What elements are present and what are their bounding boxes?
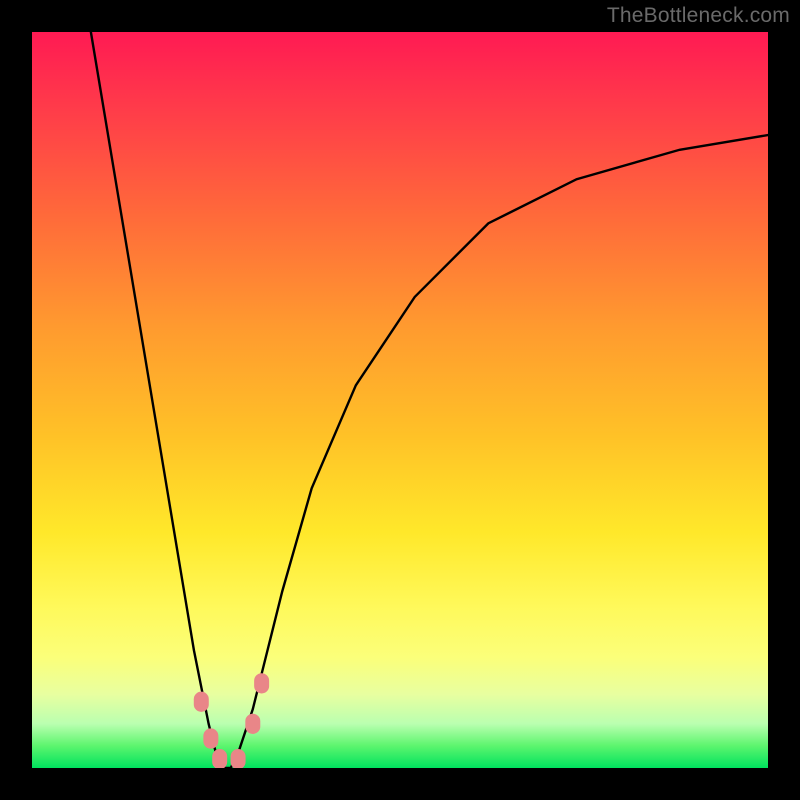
curve-layer bbox=[91, 32, 768, 768]
trough-marker-3 bbox=[212, 749, 227, 768]
chart-svg bbox=[32, 32, 768, 768]
trough-marker-4 bbox=[231, 749, 246, 768]
bottleneck-curve bbox=[91, 32, 768, 768]
trough-marker-6 bbox=[254, 673, 269, 693]
trough-marker-1 bbox=[194, 692, 209, 712]
marker-layer bbox=[194, 673, 269, 768]
plot-area bbox=[32, 32, 768, 768]
trough-marker-2 bbox=[203, 728, 218, 748]
chart-frame: TheBottleneck.com bbox=[0, 0, 800, 800]
trough-marker-5 bbox=[245, 714, 260, 734]
attribution-watermark: TheBottleneck.com bbox=[607, 4, 790, 28]
